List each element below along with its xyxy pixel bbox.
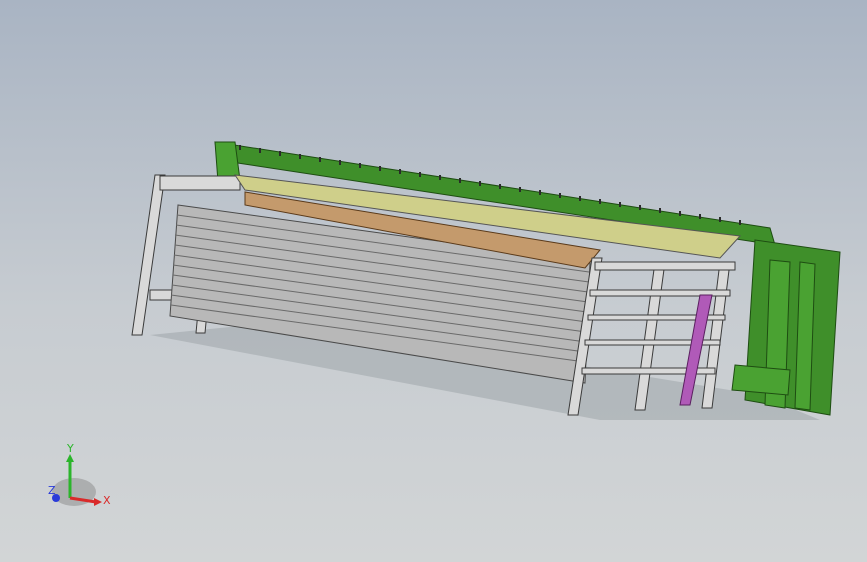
- green-end-unit[interactable]: [731, 239, 841, 416]
- x-axis-head: [94, 498, 102, 506]
- y-axis-label: Y: [66, 442, 74, 455]
- y-axis-head: [66, 454, 74, 462]
- orientation-triad: Y X Z: [48, 442, 111, 507]
- 3d-viewport[interactable]: Y X Z: [0, 0, 867, 562]
- cad-model[interactable]: [0, 0, 867, 562]
- z-axis-label: Z: [48, 484, 56, 497]
- x-axis-label: X: [103, 494, 111, 507]
